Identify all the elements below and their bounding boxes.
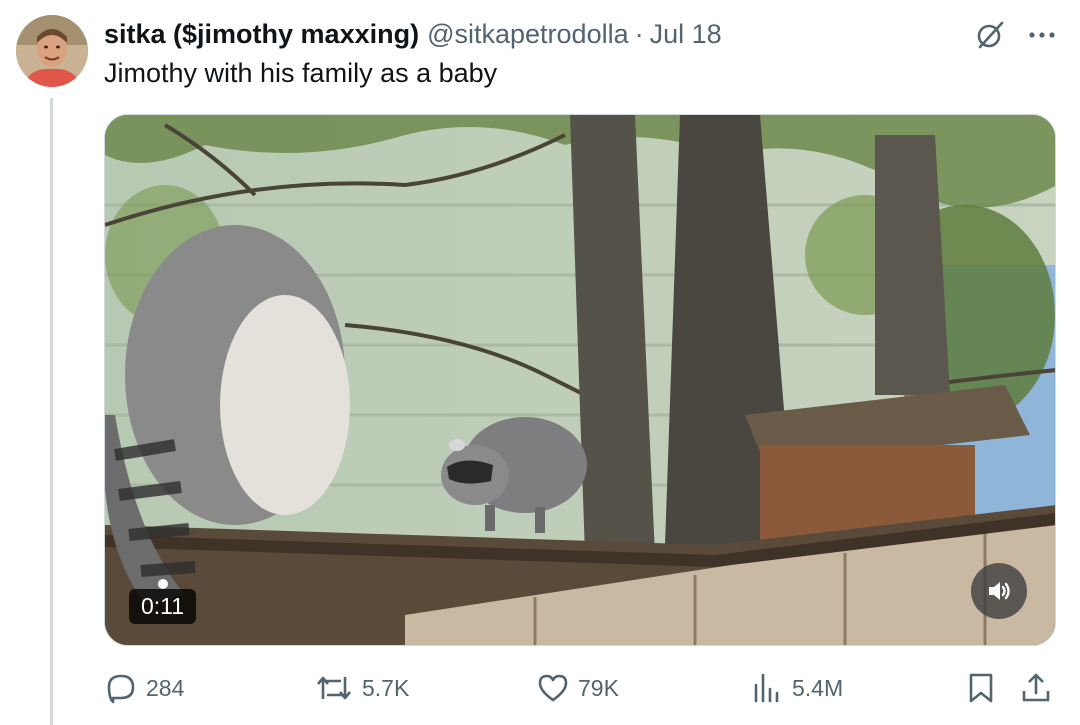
repost-icon: [317, 676, 351, 700]
reply-icon: [107, 674, 135, 704]
tweet-actions: 284 5.7K 79K 5.4M: [104, 668, 1056, 708]
grok-icon: [977, 21, 1004, 49]
avatar-image: [16, 15, 88, 87]
more-button[interactable]: [1024, 18, 1060, 52]
tweet-date[interactable]: Jul 18: [650, 19, 722, 50]
more-icon: [1029, 32, 1055, 38]
reply-button[interactable]: 284: [104, 668, 184, 708]
bookmark-icon: [969, 673, 993, 703]
reply-count: 284: [146, 674, 185, 701]
bookmark-button[interactable]: [966, 668, 1004, 708]
sound-toggle-button[interactable]: [971, 563, 1027, 619]
like-button[interactable]: 79K: [536, 668, 619, 708]
views-icon: [754, 673, 779, 703]
speaker-icon: [989, 582, 1010, 600]
repost-count: 5.7K: [362, 674, 410, 701]
thread-line: [50, 98, 53, 725]
share-button[interactable]: [1020, 668, 1060, 708]
views-button[interactable]: 5.4M: [750, 668, 843, 708]
separator-dot: ·: [634, 18, 644, 49]
progress-dot: [158, 579, 168, 589]
avatar[interactable]: [16, 15, 88, 87]
display-name[interactable]: sitka ($jimothy maxxing): [104, 19, 419, 50]
tweet-text: Jimothy with his family as a baby: [104, 58, 498, 88]
view-count: 5.4M: [792, 674, 844, 701]
repost-button[interactable]: 5.7K: [314, 668, 409, 708]
video-thumbnail: [105, 115, 1055, 645]
user-handle[interactable]: @sitkapetrodolla: [427, 19, 629, 50]
video-player[interactable]: 0:11: [104, 114, 1056, 646]
share-icon: [1022, 673, 1050, 702]
tweet-header: sitka ($jimothy maxxing) @sitkapetrodoll…: [104, 18, 722, 50]
video-time: 0:11: [129, 589, 197, 624]
heart-icon: [538, 674, 568, 702]
like-count: 79K: [578, 674, 619, 701]
grok-button[interactable]: [972, 18, 1008, 52]
